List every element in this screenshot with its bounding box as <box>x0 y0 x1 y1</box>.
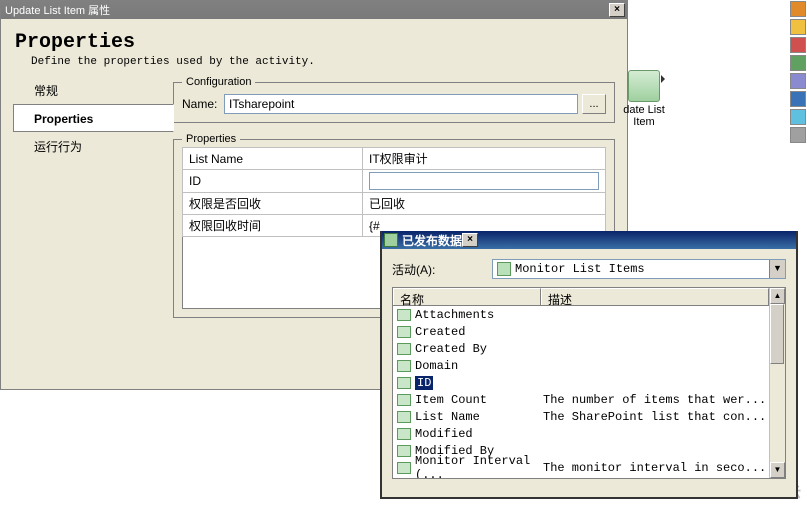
list-item[interactable]: Item CountThe number of items that wer..… <box>393 391 769 408</box>
list-item-icon <box>628 70 660 102</box>
properties-legend: Properties <box>182 133 240 145</box>
list-item[interactable]: Attachments <box>393 306 769 323</box>
data-item-icon <box>397 462 411 474</box>
list-item[interactable]: List NameThe SharePoint list that con... <box>393 408 769 425</box>
prop-value[interactable]: 已回收 <box>363 193 606 215</box>
name-input[interactable] <box>224 94 578 114</box>
activity-value: Monitor List Items <box>515 262 769 276</box>
page-subtitle: Define the properties used by the activi… <box>31 56 615 68</box>
prop-label: 权限回收时间 <box>183 215 363 237</box>
activity-desktop-icon[interactable]: date List Item <box>612 70 676 128</box>
scrollbar[interactable]: ▲ ▼ <box>769 288 785 478</box>
item-name: Created By <box>415 342 543 356</box>
item-name: Modified <box>415 427 543 441</box>
data-item-icon <box>397 428 411 440</box>
data-item-icon <box>397 326 411 338</box>
configuration-group: Configuration Name: ... <box>173 76 615 123</box>
tool-icon[interactable] <box>790 55 806 71</box>
table-row[interactable]: ID <box>183 170 606 193</box>
scroll-track[interactable] <box>770 304 785 462</box>
data-item-icon <box>397 343 411 355</box>
browse-button[interactable]: ... <box>582 94 606 114</box>
tool-icon[interactable] <box>790 1 806 17</box>
scroll-up-icon[interactable]: ▲ <box>770 288 785 304</box>
item-name: List Name <box>415 410 543 424</box>
prop-label: ID <box>183 170 363 193</box>
dialog-title: Update List Item 属性 <box>3 2 609 18</box>
activity-combo[interactable]: Monitor List Items ▼ <box>492 259 786 279</box>
activity-label: 活动(A): <box>392 261 492 278</box>
list-item[interactable]: ID <box>393 374 769 391</box>
id-input[interactable] <box>369 172 599 190</box>
tool-icon[interactable] <box>790 127 806 143</box>
col-name[interactable]: 名称 <box>393 288 541 305</box>
close-icon[interactable]: × <box>462 233 478 247</box>
data-item-icon <box>397 309 411 321</box>
prop-label: 权限是否回收 <box>183 193 363 215</box>
scroll-down-icon[interactable]: ▼ <box>770 462 785 478</box>
tool-icon[interactable] <box>790 109 806 125</box>
col-desc[interactable]: 描述 <box>541 288 769 305</box>
item-desc: The number of items that wer... <box>543 393 769 407</box>
item-name: Item Count <box>415 393 543 407</box>
item-name: Created <box>415 325 543 339</box>
tab-runbehavior[interactable]: 运行行为 <box>13 132 173 160</box>
published-titlebar[interactable]: 已发布数据 × <box>382 231 796 249</box>
activity-icon-label: date List Item <box>612 104 676 128</box>
item-name: SharePoint Site <box>415 478 543 479</box>
tool-icon[interactable] <box>790 91 806 107</box>
tab-properties[interactable]: Properties <box>13 104 174 132</box>
data-item-icon <box>397 394 411 406</box>
published-list: 名称 描述 Attachments Created Created By Domain… <box>392 287 786 479</box>
page-heading: Properties <box>15 31 615 54</box>
data-item-icon <box>397 445 411 457</box>
item-desc: The monitor interval in seco... <box>543 461 769 475</box>
published-data-dialog: 已发布数据 × 活动(A): Monitor List Items ▼ 名称 描… <box>380 231 798 499</box>
titlebar[interactable]: Update List Item 属性 × <box>1 1 627 19</box>
tab-list: 常规 Properties 运行行为 <box>13 76 173 352</box>
list-header[interactable]: 名称 描述 <box>393 288 769 306</box>
item-name: Domain <box>415 359 543 373</box>
table-row[interactable]: 权限是否回收 已回收 <box>183 193 606 215</box>
published-title: 已发布数据 <box>402 232 462 249</box>
list-item[interactable]: Created <box>393 323 769 340</box>
tool-icon[interactable] <box>790 19 806 35</box>
prop-value[interactable]: IT权限审计 <box>363 148 606 170</box>
toolbar-strip <box>789 0 807 170</box>
list-item[interactable]: Modified <box>393 425 769 442</box>
list-item[interactable]: Created By <box>393 340 769 357</box>
item-name: Attachments <box>415 308 543 322</box>
tool-icon[interactable] <box>790 73 806 89</box>
prop-value[interactable] <box>363 170 606 193</box>
close-icon[interactable]: × <box>609 3 625 17</box>
list-item[interactable]: Domain <box>393 357 769 374</box>
data-item-icon <box>397 411 411 423</box>
item-name: Monitor Interval (... <box>415 454 543 479</box>
data-item-icon <box>397 377 411 389</box>
item-name: ID <box>415 376 543 390</box>
scroll-thumb[interactable] <box>770 304 784 364</box>
name-label: Name: <box>182 97 224 111</box>
tab-general[interactable]: 常规 <box>13 76 173 104</box>
tool-icon[interactable] <box>790 37 806 53</box>
chevron-down-icon[interactable]: ▼ <box>769 260 785 278</box>
item-desc: The SharePoint list that con... <box>543 410 769 424</box>
table-row[interactable]: List Name IT权限审计 <box>183 148 606 170</box>
list-item[interactable]: Monitor Interval (...The monitor interva… <box>393 459 769 476</box>
prop-label: List Name <box>183 148 363 170</box>
monitor-icon <box>497 262 511 276</box>
published-data-icon <box>384 233 398 247</box>
configuration-legend: Configuration <box>182 76 255 88</box>
data-item-icon <box>397 360 411 372</box>
